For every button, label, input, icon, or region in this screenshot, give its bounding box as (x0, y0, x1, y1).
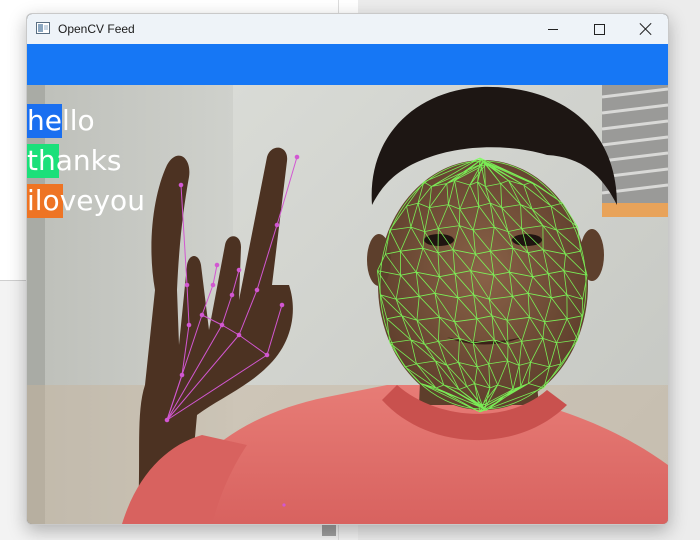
opencv-feed-window: OpenCV Feed hello thanks iloveyou (26, 13, 669, 525)
hand-joint (199, 312, 205, 318)
maximize-icon (593, 23, 605, 35)
title-bar[interactable]: OpenCV Feed (27, 14, 668, 44)
close-icon (639, 23, 651, 35)
ear-right (580, 229, 604, 281)
hand-joint (184, 282, 190, 288)
hand-joint (264, 352, 270, 358)
prediction-label-thanks: thanks (27, 144, 122, 177)
prediction-label-iloveyou: iloveyou (27, 184, 145, 217)
prediction-label-hello: hello (27, 104, 95, 137)
app-icon (36, 22, 50, 34)
hand-joint (236, 332, 242, 338)
hand-joint (279, 302, 285, 308)
hand-joint (164, 417, 170, 423)
hand-joint (179, 372, 185, 378)
window-title: OpenCV Feed (58, 22, 135, 36)
hand-joint (294, 154, 300, 160)
stray-landmark (282, 503, 286, 507)
camera-feed: hello thanks iloveyou (27, 85, 668, 524)
hand-joint (214, 262, 220, 268)
hand-joint (236, 267, 242, 273)
close-button[interactable] (622, 14, 668, 44)
hand-joint (274, 222, 280, 228)
maximize-button[interactable] (576, 14, 622, 44)
hand-joint (229, 292, 235, 298)
hand-joint (219, 322, 225, 328)
hand-joint (186, 322, 192, 328)
hand-joint (210, 282, 216, 288)
hand-joint (178, 182, 184, 188)
probability-header-bar (27, 44, 668, 85)
hand-joint (254, 287, 260, 293)
minimize-button[interactable] (530, 14, 576, 44)
window-blinds (601, 85, 668, 217)
minimize-icon (548, 28, 558, 30)
